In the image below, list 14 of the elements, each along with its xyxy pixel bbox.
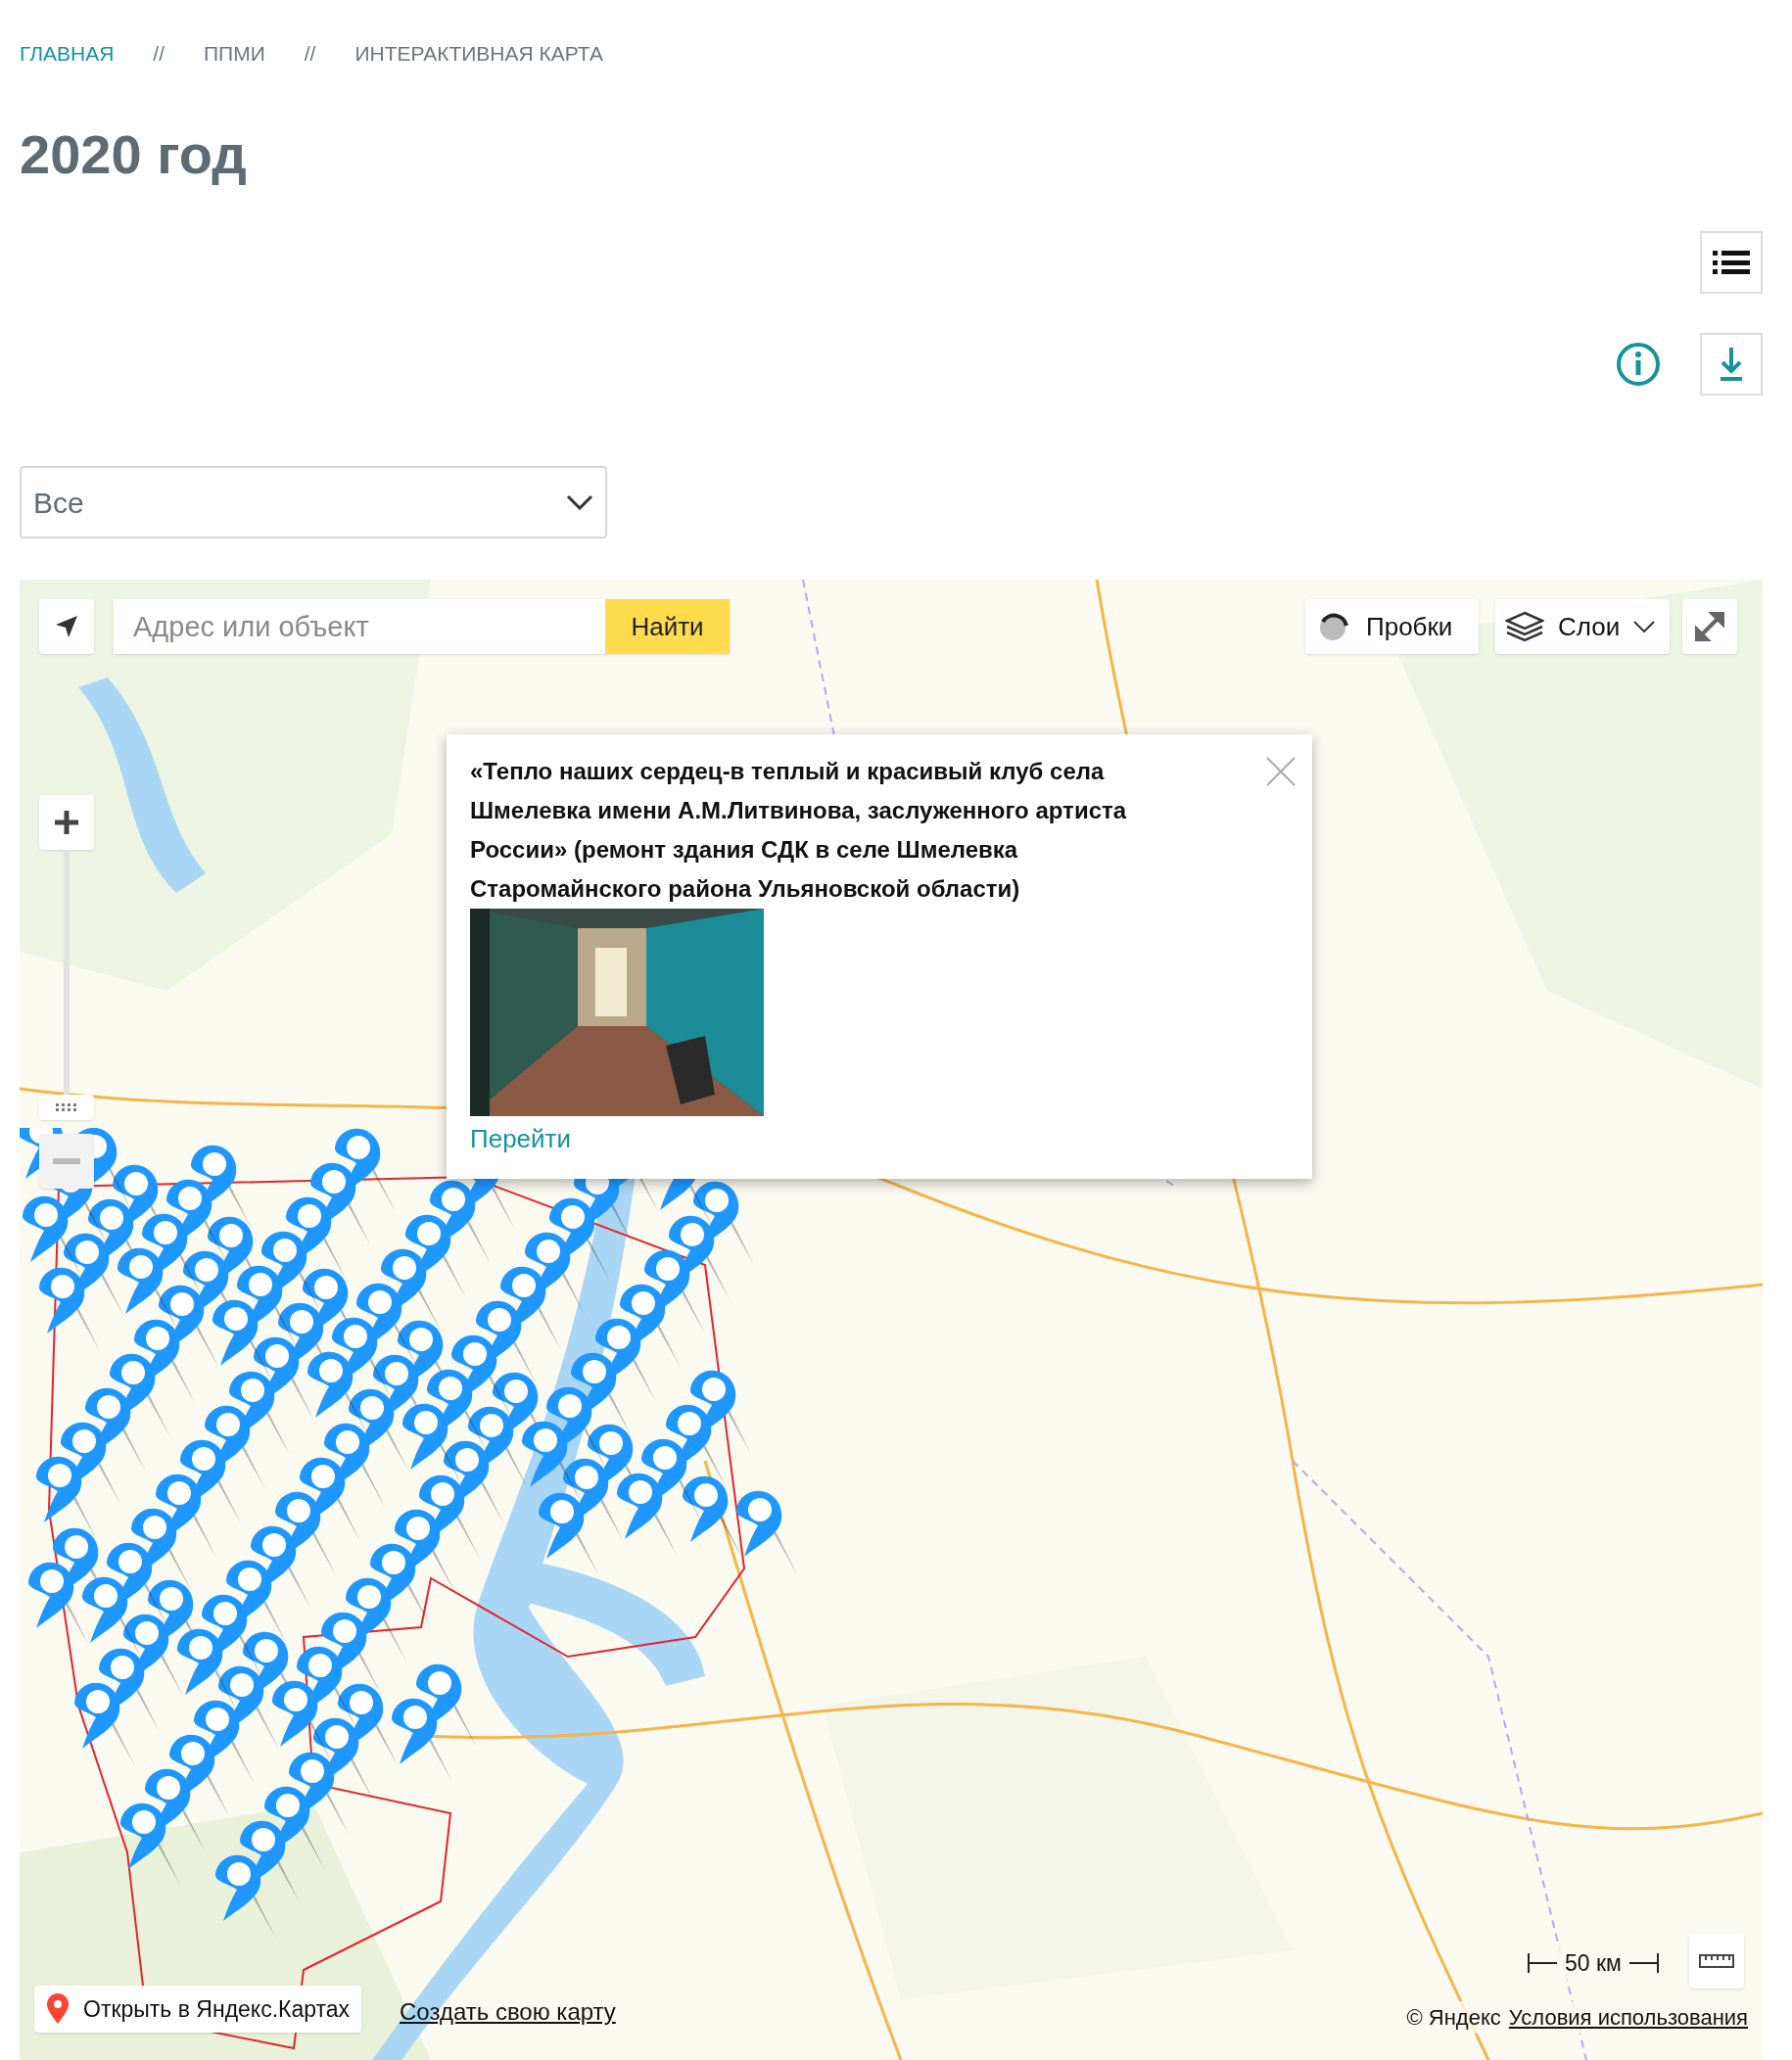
category-select[interactable]: Все xyxy=(20,466,607,538)
breadcrumb-separator: // xyxy=(304,41,316,68)
breadcrumb-item[interactable]: ИНТЕРАКТИВНАЯ КАРТА xyxy=(354,38,603,70)
list-icon xyxy=(1713,251,1750,274)
breadcrumb-link[interactable]: ГЛАВНАЯ xyxy=(20,38,115,70)
chevron-down-icon xyxy=(566,494,593,510)
info-icon xyxy=(1616,342,1661,387)
list-view-button[interactable] xyxy=(1700,231,1763,294)
download-button[interactable] xyxy=(1700,333,1763,396)
breadcrumb-item[interactable]: ППМИ xyxy=(204,38,265,70)
download-icon xyxy=(1720,346,1743,383)
info-button[interactable] xyxy=(1616,342,1661,387)
breadcrumb-separator: // xyxy=(153,41,165,68)
page-title: 2020 год xyxy=(20,125,248,184)
